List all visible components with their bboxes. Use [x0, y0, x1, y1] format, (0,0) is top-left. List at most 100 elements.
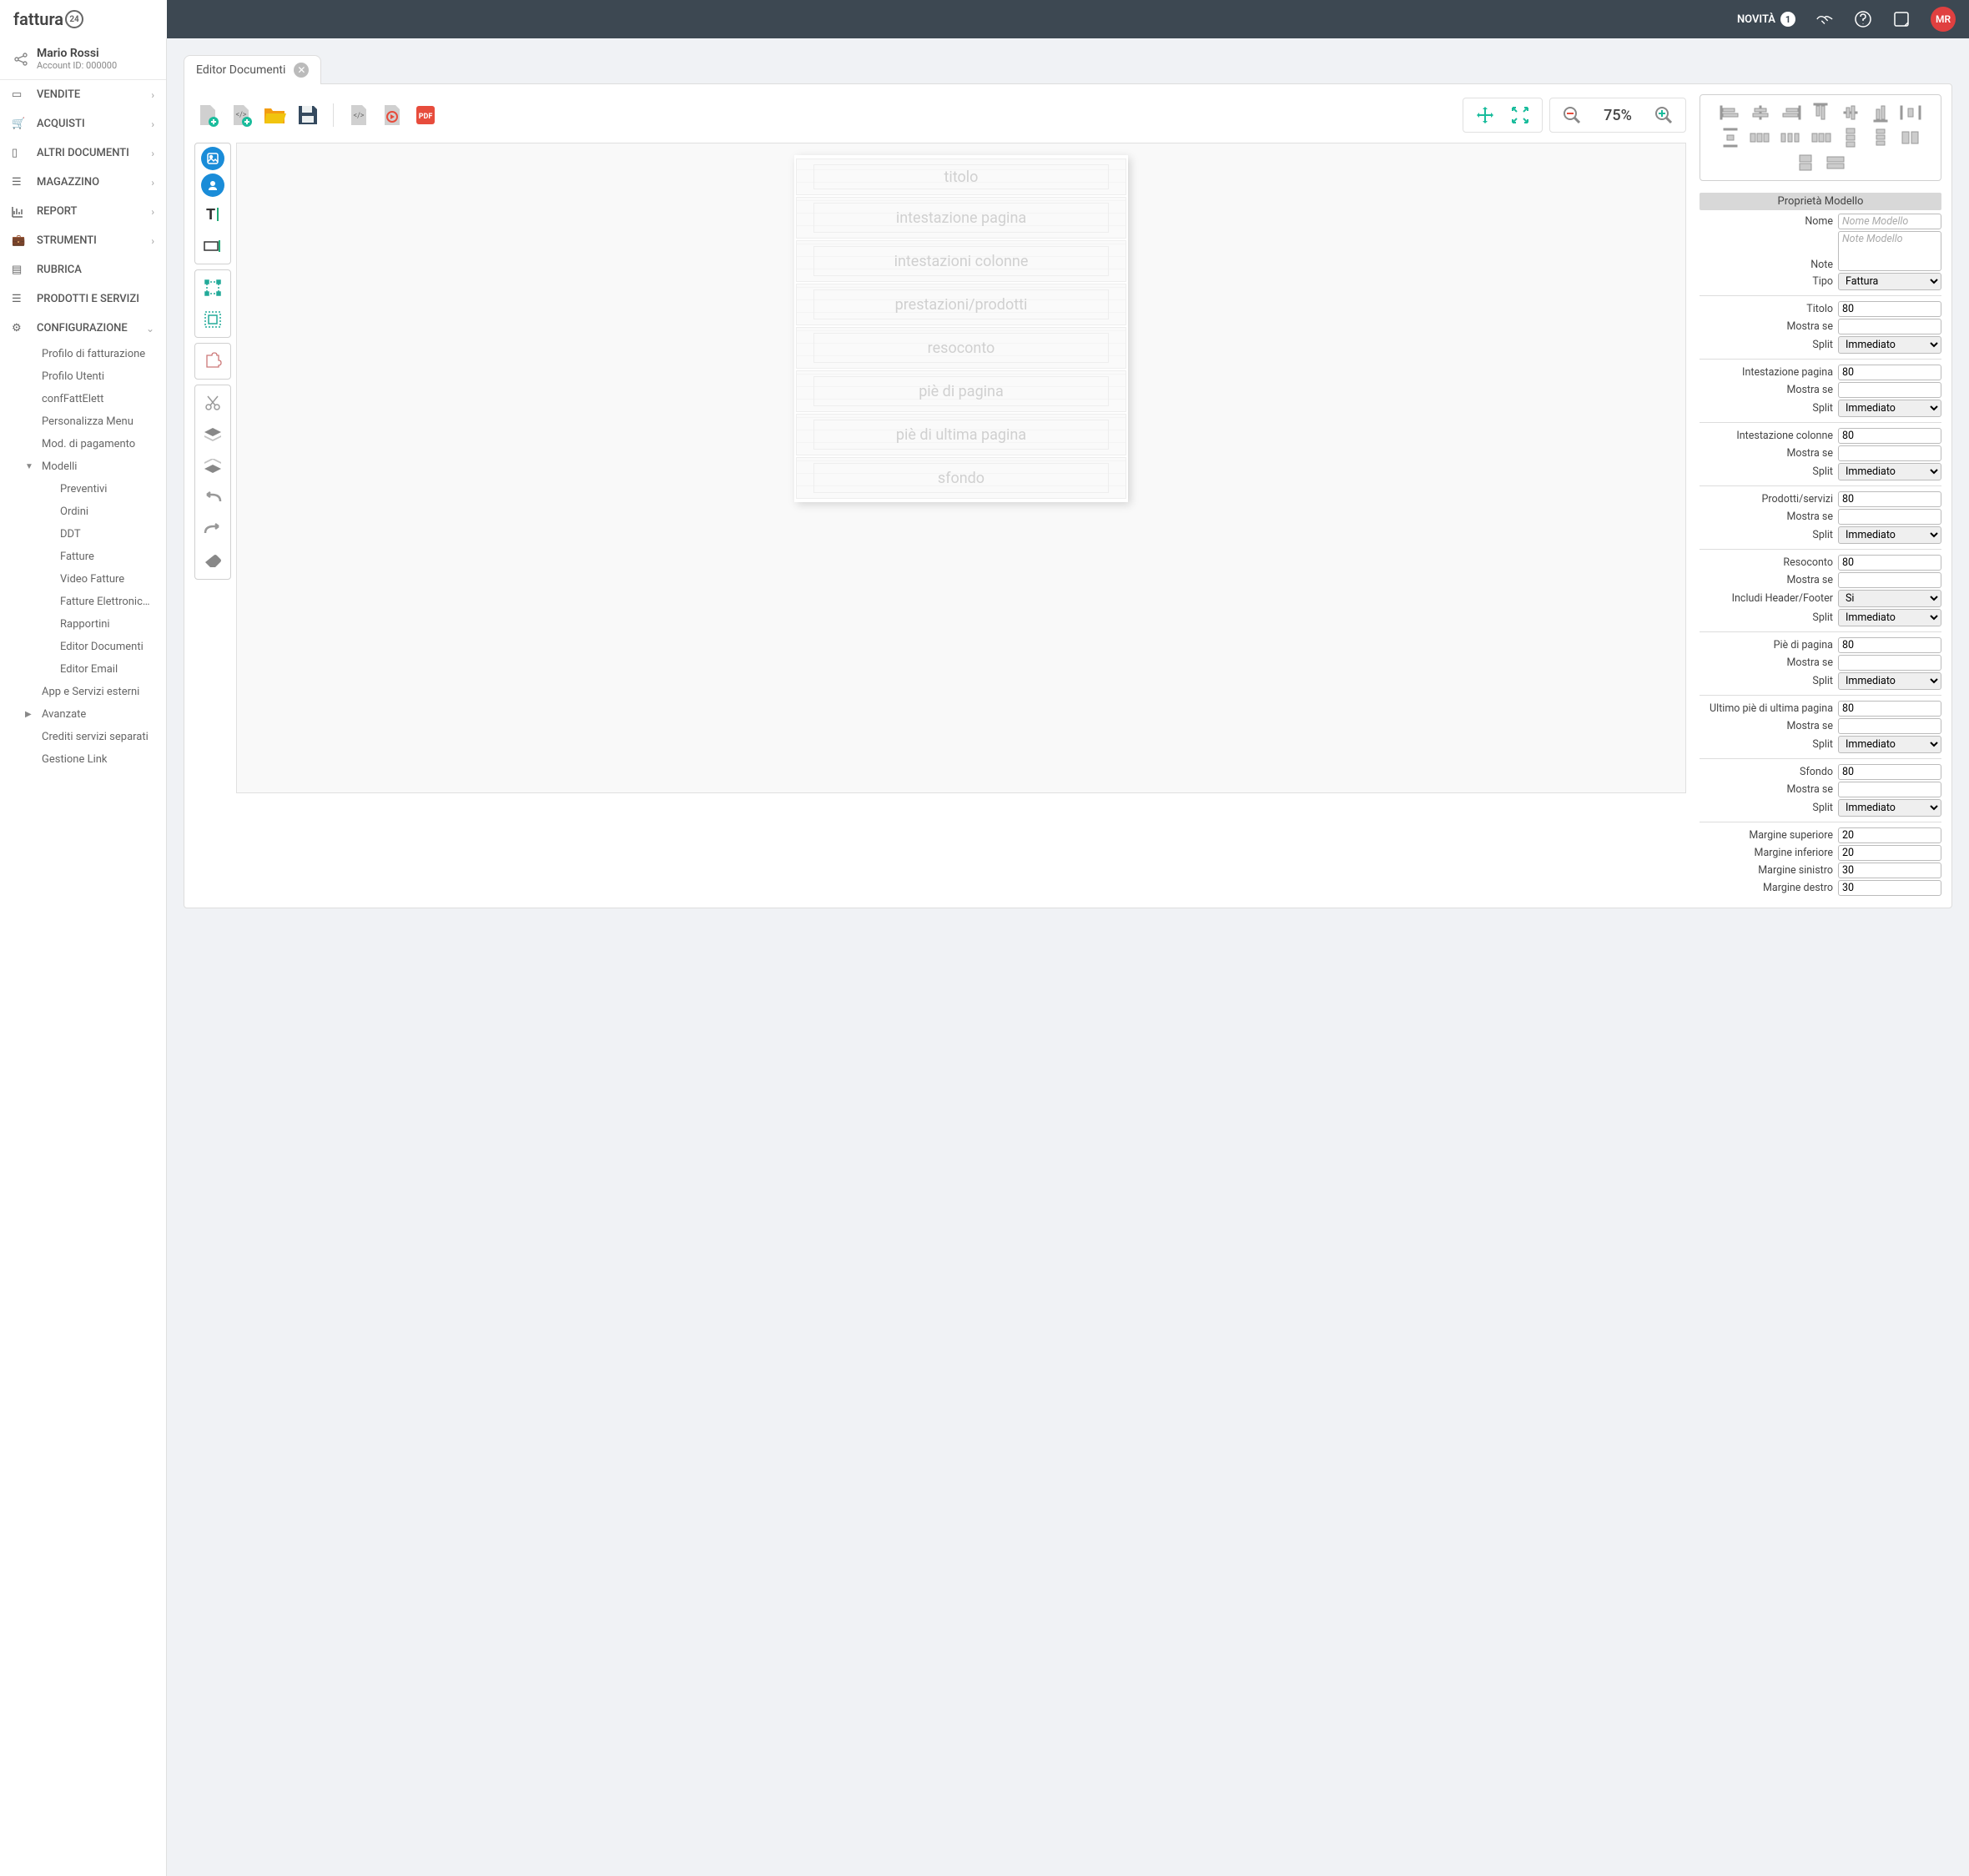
ultimopie-input[interactable]: [1838, 701, 1941, 717]
nav-crediti[interactable]: Crediti servizi separati: [0, 726, 166, 748]
nav-mod-pagamento[interactable]: Mod. di pagamento: [0, 433, 166, 455]
align-bottom-icon[interactable]: [1869, 103, 1892, 122]
layer-down-button[interactable]: [199, 452, 227, 480]
intpag-split-select[interactable]: Immediato: [1838, 400, 1941, 417]
piepag-mostra-input[interactable]: [1838, 655, 1941, 671]
new-code-doc-button[interactable]: </>: [228, 102, 254, 128]
nav-video-fatture[interactable]: Video Fatture: [0, 568, 166, 591]
prodotti-mostra-input[interactable]: [1838, 509, 1941, 525]
resoconto-input[interactable]: [1838, 555, 1941, 571]
margine-sin-input[interactable]: [1838, 863, 1941, 878]
sfondo-split-select[interactable]: Immediato: [1838, 799, 1941, 817]
help-icon[interactable]: [1854, 10, 1872, 28]
nav-acquisti[interactable]: 🛒ACQUISTI›: [0, 109, 166, 138]
redo-button[interactable]: [199, 516, 227, 544]
undo-button[interactable]: [199, 484, 227, 512]
nav-ddt[interactable]: DDT: [0, 523, 166, 546]
ultimopie-mostra-input[interactable]: [1838, 718, 1941, 734]
nav-editor-email[interactable]: Editor Email: [0, 658, 166, 681]
cut-button[interactable]: [199, 389, 227, 417]
user-element-button[interactable]: [201, 174, 224, 197]
nav-gestione-link[interactable]: Gestione Link: [0, 748, 166, 771]
save-button[interactable]: [295, 102, 321, 128]
intcol-input[interactable]: [1838, 428, 1941, 444]
zoom-out-button[interactable]: [1559, 102, 1585, 128]
section-intestazione-pagina[interactable]: intestazione pagina: [796, 197, 1126, 239]
section-pie-ultima[interactable]: piè di ultima pagina: [796, 414, 1126, 455]
nav-magazzino[interactable]: ☰MAGAZZINO›: [0, 168, 166, 197]
handshake-icon[interactable]: [1815, 10, 1834, 28]
margine-sup-input[interactable]: [1838, 827, 1941, 843]
code-doc-button[interactable]: </>: [345, 102, 372, 128]
nav-prodotti[interactable]: ☰PRODOTTI E SERVIZI: [0, 284, 166, 314]
play-doc-button[interactable]: [379, 102, 405, 128]
note-input[interactable]: [1838, 231, 1941, 271]
distribute-v-icon[interactable]: [1719, 128, 1742, 147]
fit-icon[interactable]: [1507, 102, 1533, 128]
puzzle-button[interactable]: [199, 347, 227, 375]
sfondo-input[interactable]: [1838, 764, 1941, 780]
includi-hf-select[interactable]: Si: [1838, 590, 1941, 607]
nav-modelli[interactable]: ▼Modelli: [0, 455, 166, 478]
resoconto-split-select[interactable]: Immediato: [1838, 609, 1941, 626]
spread-h-left-icon[interactable]: [1749, 128, 1772, 147]
nav-profilo-utenti[interactable]: Profilo Utenti: [0, 365, 166, 388]
titolo-split-select[interactable]: Immediato: [1838, 336, 1941, 354]
ultimopie-split-select[interactable]: Immediato: [1838, 736, 1941, 753]
text-element-button[interactable]: T: [199, 200, 227, 229]
logo[interactable]: fattura24: [0, 0, 167, 38]
section-resoconto[interactable]: resoconto: [796, 327, 1126, 369]
select-all-button[interactable]: [199, 305, 227, 334]
nav-avanzate[interactable]: ▶Avanzate: [0, 703, 166, 726]
note-icon[interactable]: [1892, 10, 1911, 28]
nav-personalizza-menu[interactable]: Personalizza Menu: [0, 410, 166, 433]
section-prestazioni[interactable]: prestazioni/prodotti: [796, 284, 1126, 325]
tipo-select[interactable]: Fattura: [1838, 273, 1941, 290]
align-vcenter-icon[interactable]: [1839, 103, 1862, 122]
spread-h-right-icon[interactable]: [1809, 128, 1832, 147]
sfondo-mostra-input[interactable]: [1838, 782, 1941, 797]
select-element-button[interactable]: [199, 274, 227, 302]
nome-input[interactable]: [1838, 214, 1941, 229]
nav-strumenti[interactable]: 💼STRUMENTI›: [0, 226, 166, 255]
nav-ordini[interactable]: Ordini: [0, 500, 166, 523]
image-element-button[interactable]: [201, 147, 224, 170]
prodotti-input[interactable]: [1838, 491, 1941, 507]
nav-rapportini[interactable]: Rapportini: [0, 613, 166, 636]
close-icon[interactable]: ✕: [294, 63, 309, 78]
prodotti-split-select[interactable]: Immediato: [1838, 526, 1941, 544]
new-doc-button[interactable]: [194, 102, 221, 128]
nav-configurazione[interactable]: ⚙CONFIGURAZIONE⌄: [0, 314, 166, 343]
intcol-mostra-input[interactable]: [1838, 445, 1941, 461]
piepag-input[interactable]: [1838, 637, 1941, 653]
nav-profilo-fatturazione[interactable]: Profilo di fatturazione: [0, 343, 166, 365]
nav-editor-documenti[interactable]: Editor Documenti: [0, 636, 166, 658]
nav-conf-fatt-elett[interactable]: confFattElett: [0, 388, 166, 410]
spread-v-top-icon[interactable]: [1839, 128, 1862, 147]
eraser-button[interactable]: [199, 547, 227, 576]
titolo-input[interactable]: [1838, 301, 1941, 317]
nav-app-servizi[interactable]: App e Servizi esterni: [0, 681, 166, 703]
intpag-input[interactable]: [1838, 365, 1941, 380]
section-intestazioni-colonne[interactable]: intestazioni colonne: [796, 240, 1126, 282]
user-block[interactable]: Mario Rossi Account ID: 000000: [0, 38, 166, 80]
intcol-split-select[interactable]: Immediato: [1838, 463, 1941, 480]
same-width-icon[interactable]: [1899, 128, 1922, 147]
nav-preventivi[interactable]: Preventivi: [0, 478, 166, 500]
move-icon[interactable]: [1472, 102, 1498, 128]
section-sfondo[interactable]: sfondo: [796, 457, 1126, 499]
nav-altri-documenti[interactable]: ▯ALTRI DOCUMENTI›: [0, 138, 166, 168]
open-folder-button[interactable]: [261, 102, 288, 128]
align-left-icon[interactable]: [1719, 103, 1742, 122]
novita-button[interactable]: NOVITÀ 1: [1737, 12, 1795, 27]
margine-des-input[interactable]: [1838, 880, 1941, 896]
field-element-button[interactable]: [199, 232, 227, 260]
nav-rubrica[interactable]: ▤RUBRICA: [0, 255, 166, 284]
titolo-mostra-input[interactable]: [1838, 319, 1941, 334]
same-size-icon[interactable]: [1824, 153, 1847, 172]
align-top-icon[interactable]: [1809, 103, 1832, 122]
page-canvas[interactable]: titolo intestazione pagina intestazioni …: [236, 143, 1686, 793]
section-pie-pagina[interactable]: piè di pagina: [796, 370, 1126, 412]
spread-h-center-icon[interactable]: [1779, 128, 1802, 147]
piepag-split-select[interactable]: Immediato: [1838, 672, 1941, 690]
